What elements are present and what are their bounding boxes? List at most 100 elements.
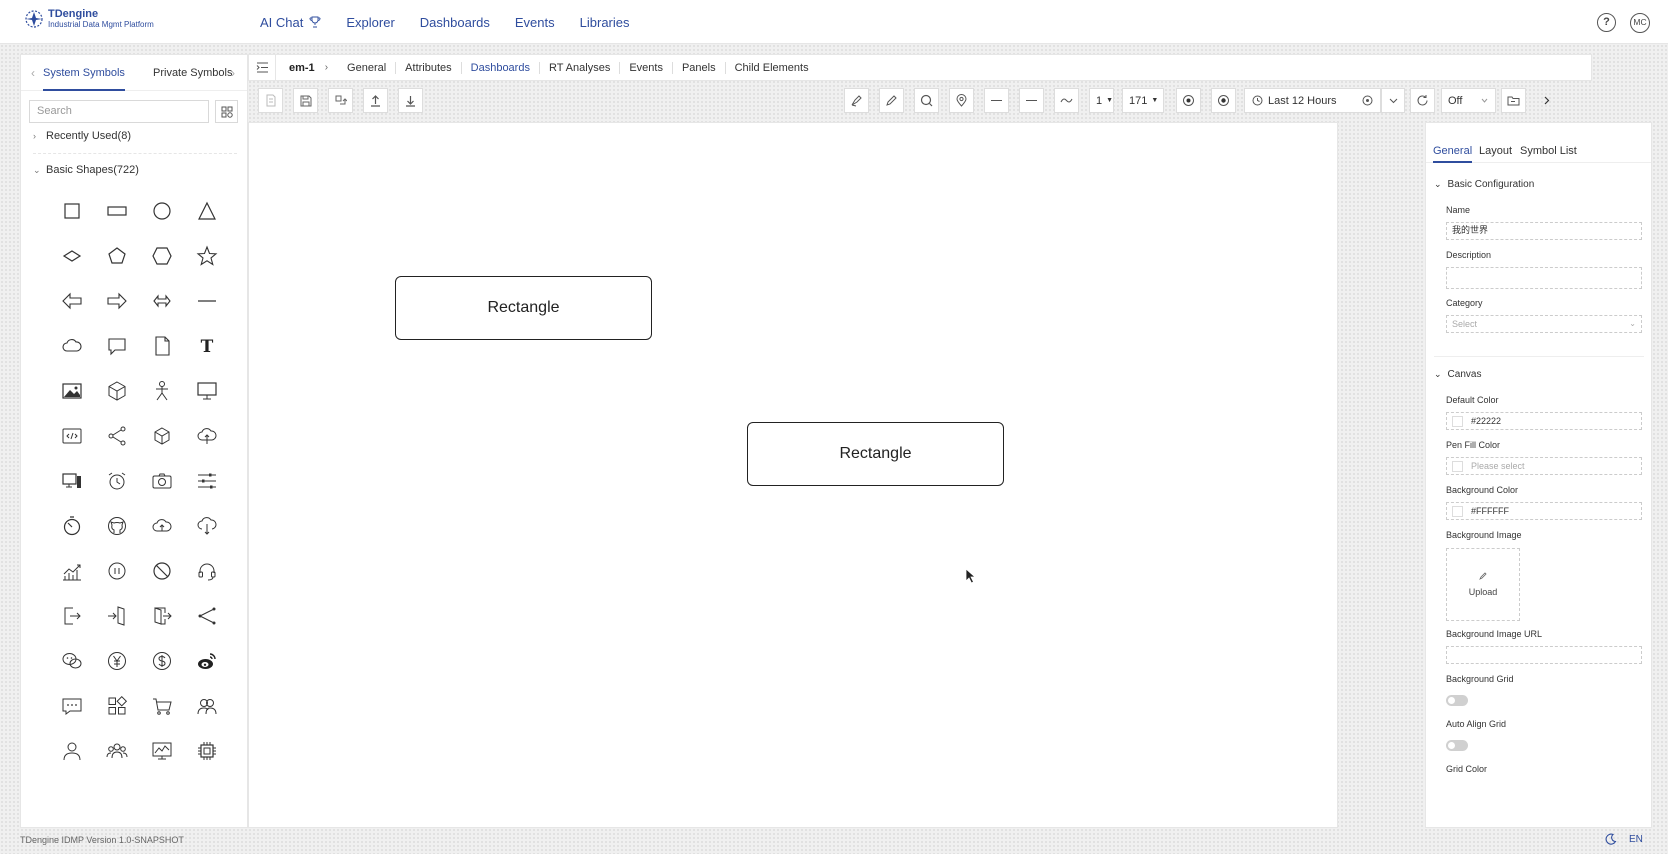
crumb-child-elements[interactable]: Child Elements: [726, 62, 818, 74]
curve-button[interactable]: [1054, 88, 1079, 113]
canvas-rectangle[interactable]: Rectangle: [747, 422, 1004, 486]
weibo-icon[interactable]: [184, 638, 229, 683]
section-basic-configuration[interactable]: ⌄ Basic Configuration: [1434, 179, 1534, 190]
nav-libraries[interactable]: Libraries: [580, 15, 630, 30]
circle-shape[interactable]: [139, 188, 184, 233]
refresh-interval-select[interactable]: Off: [1441, 88, 1496, 113]
share-alt-icon[interactable]: [184, 593, 229, 638]
cart-icon[interactable]: [139, 683, 184, 728]
ban-icon[interactable]: [139, 548, 184, 593]
square-shape[interactable]: [49, 188, 94, 233]
time-range-dropdown[interactable]: [1381, 88, 1405, 113]
background-image-upload[interactable]: Upload: [1446, 548, 1520, 621]
group-basic-shapes[interactable]: ⌄ Basic Shapes(722): [33, 164, 139, 176]
crumb-rt-analyses[interactable]: RT Analyses: [540, 61, 621, 74]
tab-private-symbols[interactable]: Private Symbols: [153, 67, 232, 79]
wechat-icon[interactable]: [49, 638, 94, 683]
group-recently-used[interactable]: › Recently Used(8): [33, 130, 131, 142]
speech-bubble-shape[interactable]: [94, 323, 139, 368]
grid-view-button[interactable]: [215, 100, 238, 123]
pencil-button[interactable]: [879, 88, 904, 113]
pentagon-shape[interactable]: [94, 233, 139, 278]
tab-system-symbols[interactable]: System Symbols: [43, 67, 125, 91]
nav-events[interactable]: Events: [515, 15, 555, 30]
code-window-icon[interactable]: [49, 413, 94, 458]
star-shape[interactable]: [184, 233, 229, 278]
nav-dashboards[interactable]: Dashboards: [420, 15, 490, 30]
tab-layout[interactable]: Layout: [1479, 145, 1512, 157]
default-color-picker[interactable]: #22222: [1446, 412, 1642, 430]
user-icon[interactable]: [49, 728, 94, 773]
timer-icon[interactable]: [49, 503, 94, 548]
background-grid-toggle[interactable]: [1446, 695, 1468, 706]
cloud-up-icon[interactable]: [139, 503, 184, 548]
language-switch[interactable]: EN: [1629, 834, 1643, 845]
apps-icon[interactable]: [94, 683, 139, 728]
app-logo[interactable]: TDengine Industrial Data Mgmt Platform: [24, 8, 154, 29]
description-textarea[interactable]: [1446, 267, 1642, 289]
location-button[interactable]: [949, 88, 974, 113]
team-icon[interactable]: [94, 728, 139, 773]
double-arrow-shape[interactable]: [139, 278, 184, 323]
menu-toggle-button[interactable]: [249, 55, 276, 80]
door-in-icon[interactable]: [94, 593, 139, 638]
crumb-general[interactable]: General: [338, 61, 397, 74]
cloud-down-icon[interactable]: [184, 503, 229, 548]
monitor-icon[interactable]: [184, 368, 229, 413]
diamond-shape[interactable]: [49, 233, 94, 278]
tab-symbol-list[interactable]: Symbol List: [1520, 145, 1577, 157]
tab-scroll-left-icon[interactable]: ‹: [31, 66, 35, 80]
search-button[interactable]: [914, 88, 939, 113]
background-color-picker[interactable]: #FFFFFF: [1446, 502, 1642, 520]
line-shape[interactable]: [184, 278, 229, 323]
category-select[interactable]: Select ⌄: [1446, 315, 1642, 333]
moon-icon[interactable]: [1605, 833, 1617, 845]
zoom-select[interactable]: 171 ▼: [1122, 88, 1164, 113]
arrow-right-shape[interactable]: [94, 278, 139, 323]
triangle-shape[interactable]: [184, 188, 229, 233]
line-width-select[interactable]: 1 ▼: [1089, 88, 1114, 113]
download-button[interactable]: [398, 88, 423, 113]
canvas-rectangle[interactable]: Rectangle: [395, 276, 652, 340]
stock-chart-icon[interactable]: [49, 548, 94, 593]
drawing-canvas[interactable]: Rectangle Rectangle: [248, 122, 1338, 828]
headset-icon[interactable]: [184, 548, 229, 593]
crumb-events[interactable]: Events: [620, 61, 673, 74]
stop-record-button[interactable]: [1211, 88, 1236, 113]
arrow-left-shape[interactable]: [49, 278, 94, 323]
chip-icon[interactable]: [184, 728, 229, 773]
upload-button[interactable]: [363, 88, 388, 113]
rectangle-shape[interactable]: [94, 188, 139, 233]
github-icon[interactable]: [94, 503, 139, 548]
yen-icon[interactable]: [94, 638, 139, 683]
cloud-upload-icon[interactable]: [184, 413, 229, 458]
time-range-picker[interactable]: Last 12 Hours: [1244, 88, 1381, 113]
section-canvas[interactable]: ⌄ Canvas: [1434, 369, 1481, 380]
tab-general[interactable]: General: [1433, 145, 1473, 163]
target-icon[interactable]: [1362, 95, 1373, 106]
document-shape[interactable]: [139, 323, 184, 368]
help-icon[interactable]: ?: [1597, 13, 1616, 32]
cloud-shape[interactable]: [49, 323, 94, 368]
record-button[interactable]: [1176, 88, 1201, 113]
text-shape[interactable]: T: [184, 323, 229, 368]
crumb-attributes[interactable]: Attributes: [396, 61, 462, 74]
logout-icon[interactable]: [49, 593, 94, 638]
dollar-icon[interactable]: [139, 638, 184, 683]
pen-fill-color-picker[interactable]: Please select: [1446, 457, 1642, 475]
replace-button[interactable]: [328, 88, 353, 113]
actor-icon[interactable]: [139, 368, 184, 413]
background-image-url-input[interactable]: [1446, 646, 1642, 664]
chart-monitor-icon[interactable]: [139, 728, 184, 773]
refresh-button[interactable]: [1410, 88, 1435, 113]
tab-scroll-right-icon[interactable]: ›: [231, 66, 235, 80]
line-style-button[interactable]: [984, 88, 1009, 113]
crumb-dashboards[interactable]: Dashboards: [462, 61, 540, 74]
computer-icon[interactable]: [49, 458, 94, 503]
save-button[interactable]: [293, 88, 318, 113]
share-icon[interactable]: [94, 413, 139, 458]
auto-align-grid-toggle[interactable]: [1446, 740, 1468, 751]
door-out-icon[interactable]: [139, 593, 184, 638]
cube-icon[interactable]: [94, 368, 139, 413]
user-avatar[interactable]: MC: [1630, 13, 1650, 33]
